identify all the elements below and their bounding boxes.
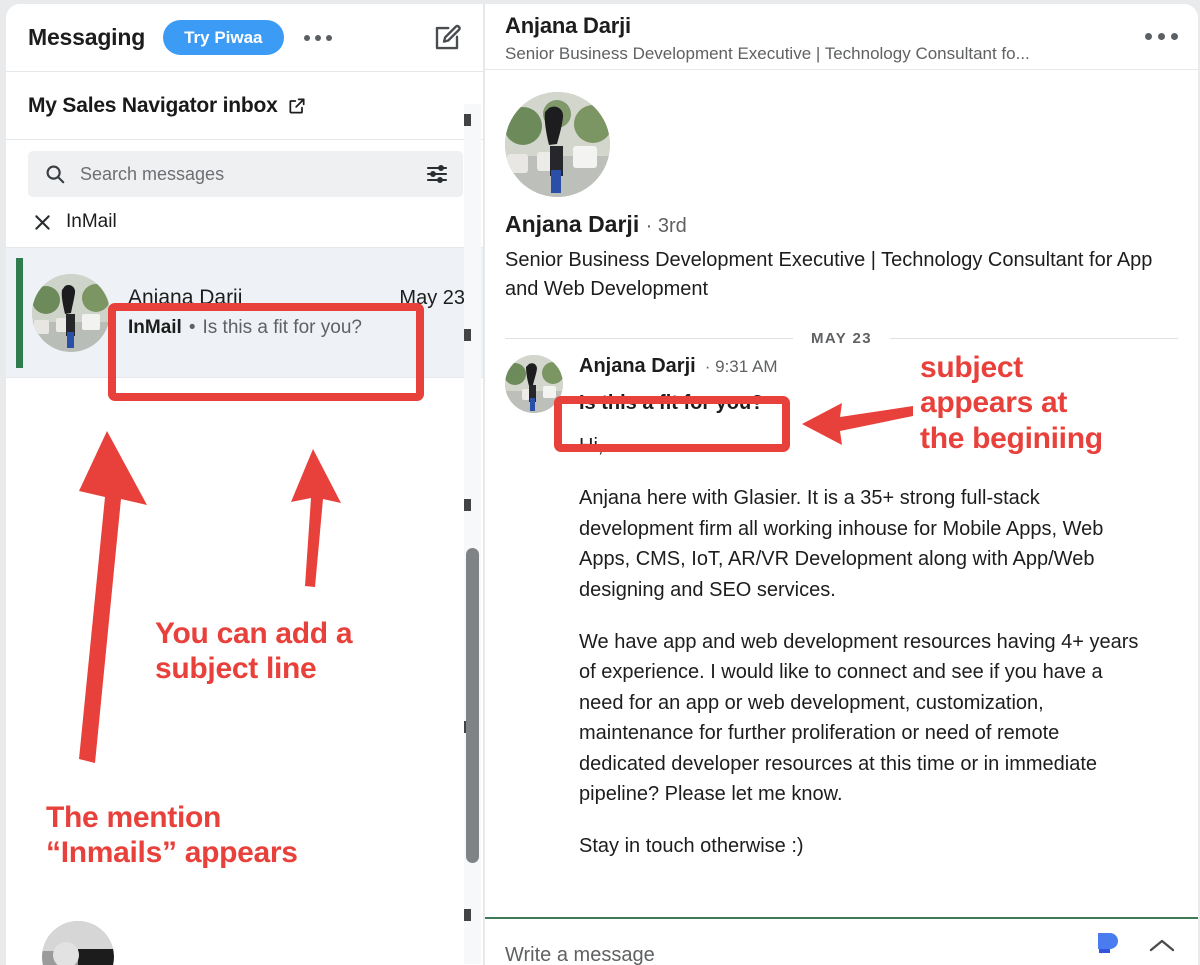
close-x-icon[interactable] bbox=[32, 212, 53, 233]
search-container: Search messages bbox=[6, 140, 483, 207]
sidebar-scrollbar[interactable] bbox=[464, 104, 481, 964]
active-filter-chip[interactable]: InMail bbox=[6, 207, 483, 248]
conversation-tag: InMail bbox=[128, 317, 182, 338]
profile-name-text: Anjana Darji bbox=[505, 211, 640, 237]
profile-card: Anjana Darji · 3rd Senior Business Devel… bbox=[485, 70, 1198, 312]
date-divider: MAY 23 bbox=[505, 330, 1178, 347]
time-value: 9:31 AM bbox=[715, 357, 778, 376]
compose-pencil-icon[interactable] bbox=[429, 20, 465, 56]
date-divider-label: MAY 23 bbox=[811, 330, 872, 347]
message-body: Hi, Anjana here with Glasier. It is a 35… bbox=[579, 431, 1178, 862]
conversation-snippet: Is this a fit for you? bbox=[202, 317, 362, 338]
avatar[interactable] bbox=[505, 355, 563, 413]
conversation-date: May 23 bbox=[399, 287, 465, 309]
arrow-up-icon bbox=[79, 431, 147, 763]
chevron-up-icon[interactable] bbox=[1148, 937, 1176, 955]
message-composer[interactable]: Write a message bbox=[485, 917, 1198, 965]
search-input[interactable]: Search messages bbox=[28, 151, 463, 197]
header-contact-subtitle: Senior Business Development Executive | … bbox=[505, 44, 1030, 63]
filter-sliders-icon[interactable] bbox=[425, 162, 449, 186]
ellipsis-icon[interactable] bbox=[300, 29, 336, 47]
selected-indicator bbox=[16, 258, 23, 368]
composer-placeholder: Write a message bbox=[505, 943, 655, 965]
filter-chip-label: InMail bbox=[66, 211, 117, 232]
message-paragraph: Stay in touch otherwise :) bbox=[579, 835, 804, 858]
message-author: Anjana Darji bbox=[579, 355, 696, 377]
external-link-icon[interactable] bbox=[287, 96, 307, 116]
profile-degree: · 3rd bbox=[645, 215, 687, 237]
message-meta: Anjana Darji · 9:31 AM bbox=[579, 355, 1178, 378]
arrow-left-icon bbox=[802, 403, 913, 445]
conversation-name: Anjana Darji bbox=[128, 286, 243, 309]
arrow-up-icon bbox=[291, 449, 341, 587]
profile-name: Anjana Darji · 3rd bbox=[505, 211, 1178, 238]
message-time: · 9:31 AM bbox=[705, 357, 778, 377]
search-placeholder: Search messages bbox=[80, 163, 225, 184]
separator-dot: • bbox=[188, 317, 196, 338]
time-separator: · bbox=[704, 357, 711, 376]
profile-headline: Senior Business Development Executive | … bbox=[505, 249, 1153, 300]
try-piwaa-button[interactable]: Try Piwaa bbox=[163, 20, 284, 55]
sales-navigator-inbox-link[interactable]: My Sales Navigator inbox bbox=[6, 72, 483, 140]
avatar bbox=[42, 921, 114, 965]
header-contact-name: Anjana Darji bbox=[505, 13, 631, 38]
avatar[interactable] bbox=[505, 92, 610, 197]
page-title: Messaging bbox=[28, 24, 146, 50]
avatar bbox=[32, 273, 110, 352]
list-item-body: Anjana Darji May 23 InMail • Is this a f… bbox=[128, 286, 483, 339]
scrollbar-thumb[interactable] bbox=[466, 548, 479, 863]
inbox-label: My Sales Navigator inbox bbox=[28, 93, 278, 117]
conversation-panel: Anjana Darji Senior Business Development… bbox=[485, 4, 1198, 965]
ellipsis-icon[interactable] bbox=[1145, 11, 1178, 40]
app-root: Messaging Try Piwaa My Sales Navigator i… bbox=[0, 0, 1200, 965]
message-paragraph: Anjana here with Glasier. It is a 35+ st… bbox=[579, 487, 1104, 601]
list-item[interactable]: Anjana Darji May 23 InMail • Is this a f… bbox=[6, 248, 483, 378]
search-icon bbox=[44, 163, 66, 185]
message-paragraph: We have app and web development resource… bbox=[579, 630, 1139, 805]
sidebar-header: Messaging Try Piwaa bbox=[6, 4, 483, 72]
conversation-header: Anjana Darji Senior Business Development… bbox=[485, 4, 1198, 70]
piwaa-logo-icon[interactable] bbox=[1094, 931, 1122, 961]
